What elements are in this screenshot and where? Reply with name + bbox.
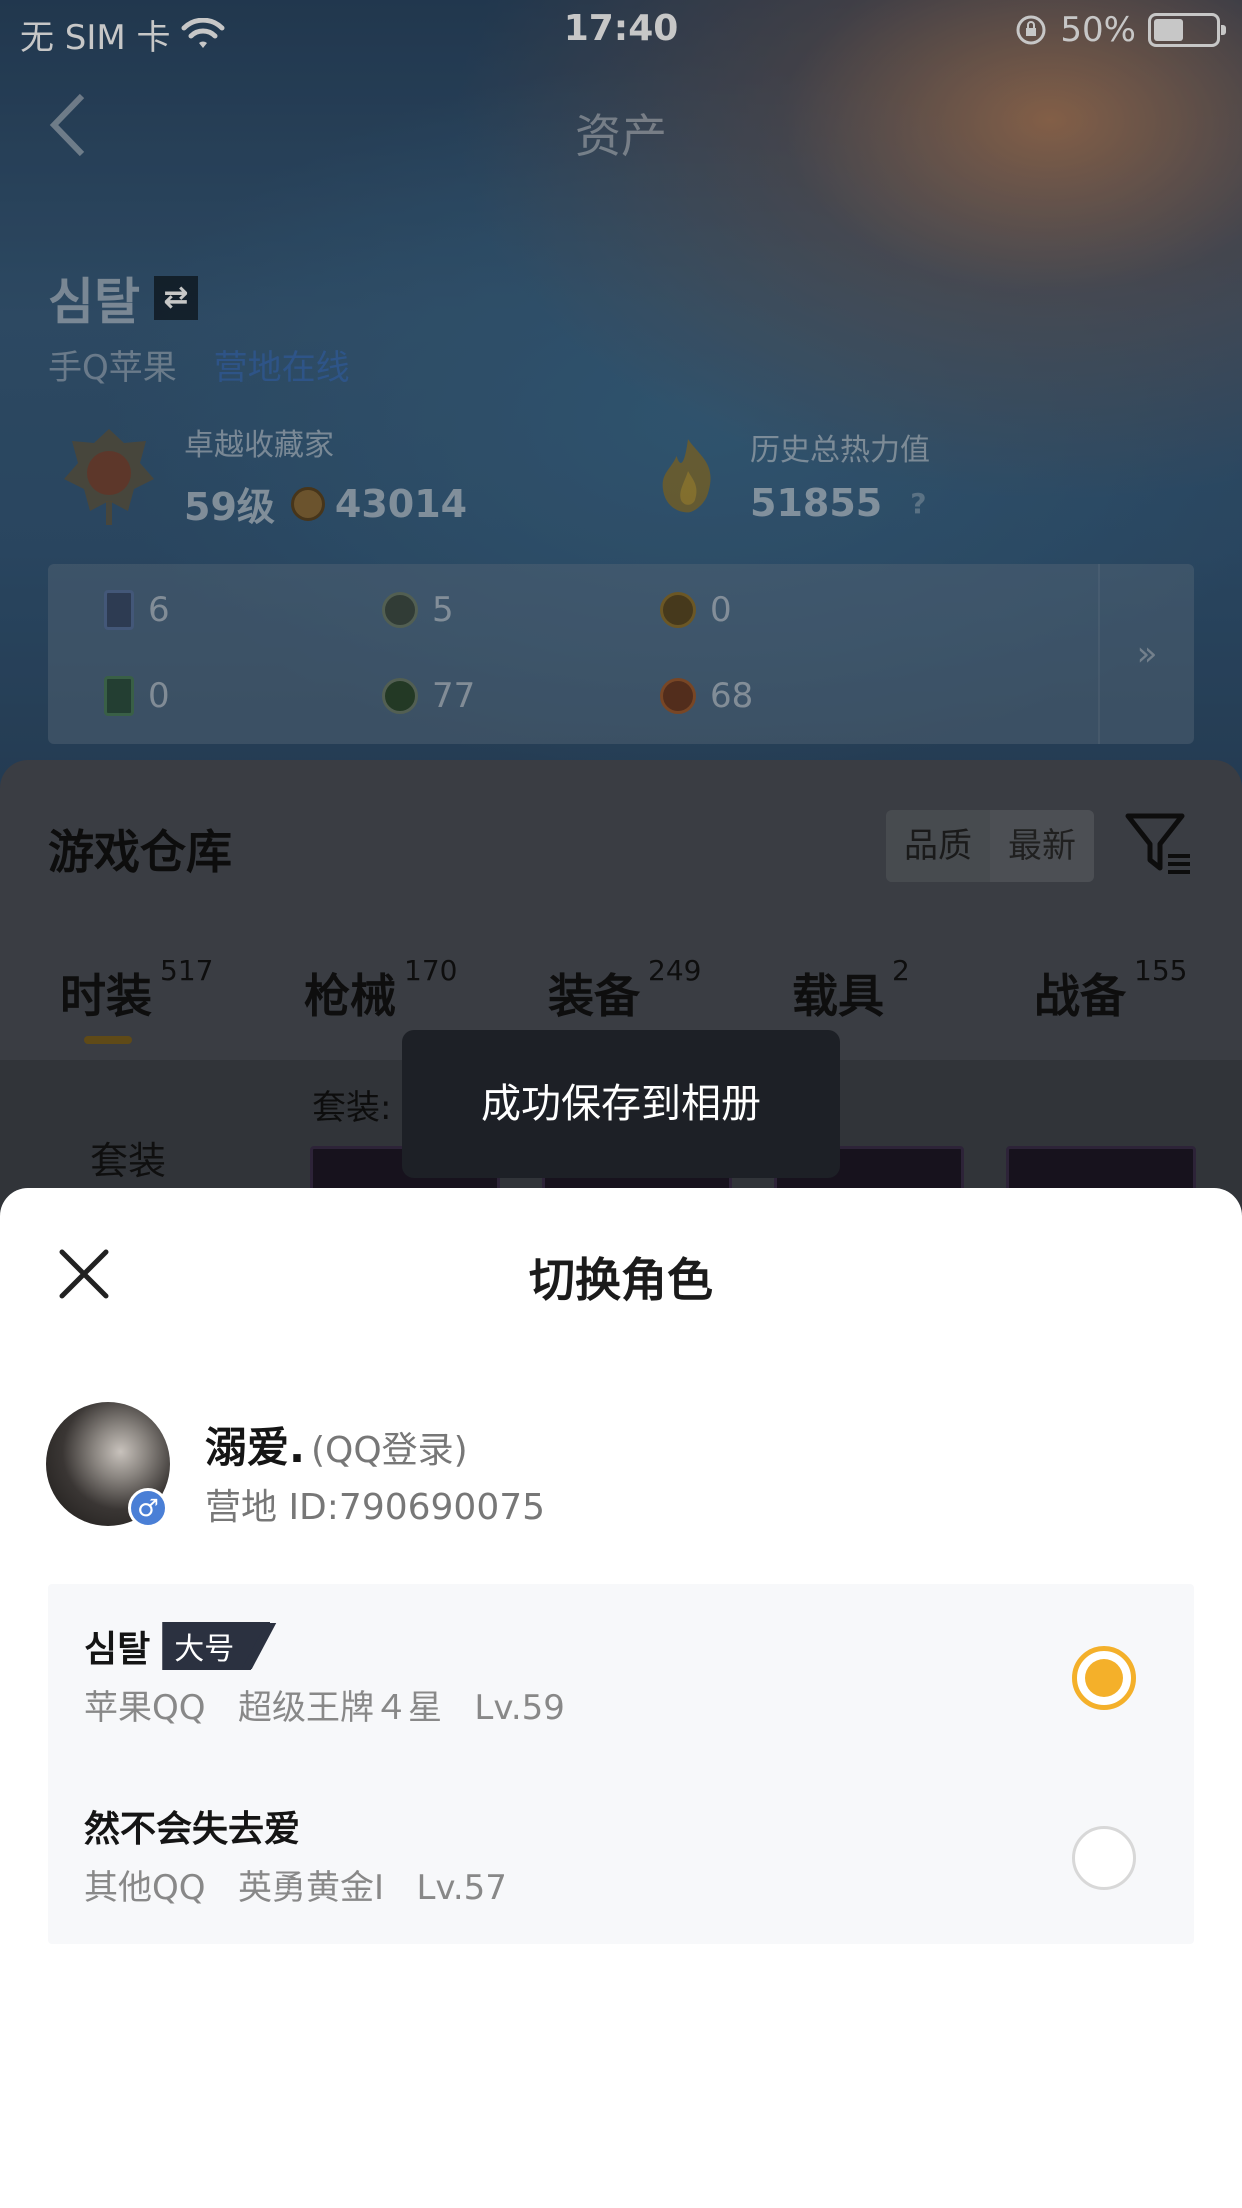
- switch-role-sheet: 切换角色 ♂ 溺爱. (QQ登录) 营地 ID:790690075 심탈 大号 苹…: [0, 1188, 1242, 2208]
- user-name: 溺爱. (QQ登录): [205, 1423, 468, 1472]
- role-radio-selected[interactable]: [1072, 1646, 1136, 1710]
- male-gender-icon: ♂: [128, 1488, 168, 1528]
- login-type: (QQ登录): [310, 1430, 468, 1471]
- role-option-name: 심탈: [84, 1629, 151, 1670]
- role-option[interactable]: 심탈 大号 苹果QQ 超级王牌４星 Lv.59: [48, 1584, 1194, 1764]
- role-option-meta: 其他QQ 英勇黄金Ⅰ Lv.57: [84, 1868, 507, 1908]
- role-radio-unselected[interactable]: [1072, 1826, 1136, 1890]
- camp-id: 营地 ID:790690075: [205, 1487, 546, 1528]
- role-list: 심탈 大号 苹果QQ 超级王牌４星 Lv.59 然不会失去爱 其他QQ 英勇黄金…: [48, 1584, 1194, 1944]
- sheet-title: 切换角色: [529, 1253, 713, 1307]
- main-account-badge: 大号: [162, 1622, 277, 1670]
- role-option[interactable]: 然不会失去爱 其他QQ 英勇黄金Ⅰ Lv.57: [48, 1764, 1194, 1944]
- toast-message: 成功保存到相册: [402, 1030, 840, 1178]
- role-option-meta: 苹果QQ 超级王牌４星 Lv.59: [84, 1688, 565, 1728]
- role-option-name: 然不会失去爱: [84, 1809, 301, 1850]
